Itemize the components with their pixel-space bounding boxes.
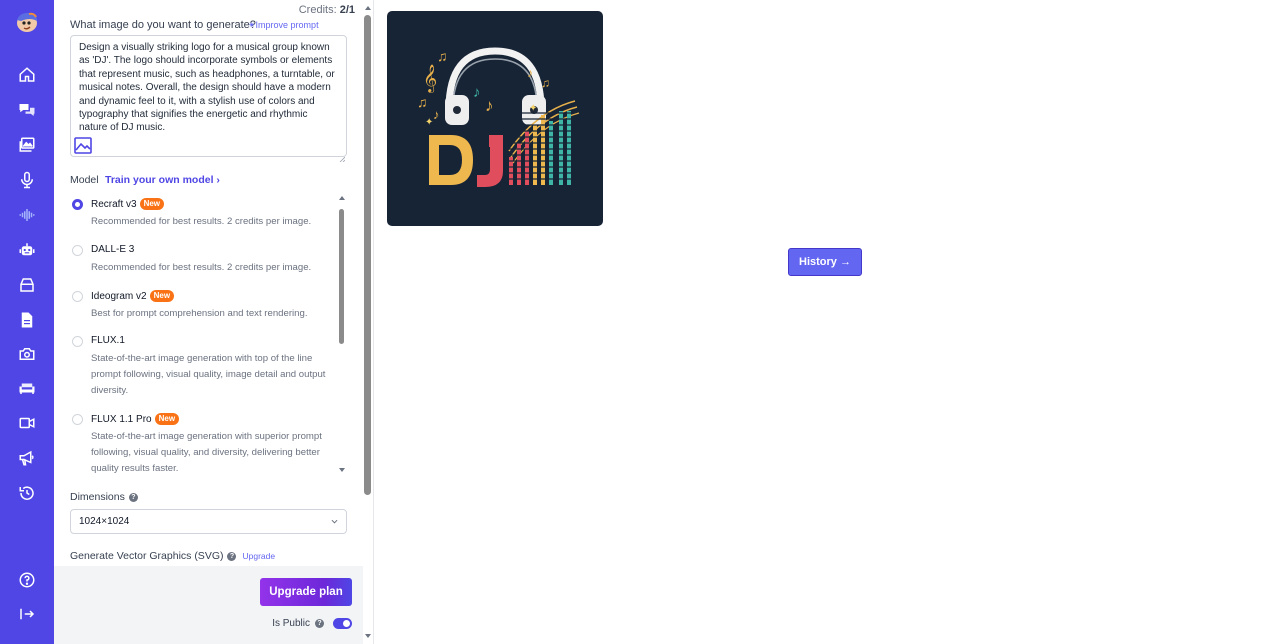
robot-icon: [19, 243, 35, 256]
inbox-tray-icon: [20, 278, 34, 292]
megaphone-icon: [19, 450, 34, 466]
generation-panel: Credits: 2/1 What image do you want to g…: [54, 0, 363, 644]
model-name: FLUX.1: [91, 335, 125, 346]
model-radio[interactable]: [72, 245, 83, 256]
sidebar-item-help[interactable]: [15, 568, 39, 592]
scroll-down-arrow[interactable]: [365, 634, 371, 638]
image-upload-icon[interactable]: [74, 137, 92, 154]
sidebar-item-history[interactable]: [15, 481, 39, 505]
svg-text:♪: ♪: [527, 66, 533, 80]
help-icon[interactable]: ?: [128, 492, 138, 502]
svg-text:♫: ♫: [437, 48, 448, 64]
model-description: Recommended for best results. 2 credits …: [91, 216, 312, 227]
sidebar-item-voice[interactable]: [15, 168, 39, 192]
prompt-field-container: Design a visually striking logo for a mu…: [70, 35, 347, 163]
svg-text:✦: ✦: [425, 117, 433, 128]
model-radio[interactable]: [72, 291, 83, 302]
panel-scrollbar[interactable]: [363, 0, 373, 644]
svg-text:♫: ♫: [541, 76, 550, 90]
model-list: Recraft v3 New Recommended for best resul…: [66, 192, 348, 474]
help-circle-icon: [19, 572, 35, 588]
help-icon[interactable]: ?: [227, 551, 237, 561]
dimensions-select[interactable]: 1024×1024: [70, 509, 347, 534]
model-list-scrollbar[interactable]: [338, 196, 346, 472]
model-name: DALL-E 3: [91, 244, 135, 255]
camera-icon: [19, 348, 35, 360]
sound-wave-icon: [19, 209, 35, 221]
history-button[interactable]: History →: [788, 248, 862, 276]
svg-label: Generate Vector Graphics (SVG): [70, 550, 224, 562]
model-radio[interactable]: [72, 199, 83, 210]
sidebar-item-logout[interactable]: [15, 602, 39, 626]
dimensions-value: 1024×1024: [79, 516, 130, 527]
sidebar-item-images[interactable]: [15, 133, 39, 157]
model-description: Recommended for best results. 2 credits …: [91, 262, 312, 273]
sidebar-item-video[interactable]: [15, 411, 39, 435]
video-camera-icon: [19, 417, 35, 429]
prompt-label: What image do you want to generate?: [70, 19, 256, 31]
is-public-label: Is Public: [272, 618, 310, 629]
model-name: Recraft v3: [91, 198, 137, 210]
prompt-textarea[interactable]: Design a visually striking logo for a mu…: [71, 36, 346, 156]
model-description: Best for prompt comprehension and text r…: [91, 308, 308, 319]
sidebar-item-bots[interactable]: [15, 238, 39, 262]
new-badge: New: [154, 413, 180, 425]
model-name: FLUX 1.1 Pro: [91, 413, 152, 425]
scroll-up-arrow[interactable]: [365, 6, 371, 10]
model-radio[interactable]: [72, 414, 83, 425]
home-icon: [19, 67, 35, 82]
scroll-down-arrow[interactable]: [339, 468, 345, 472]
panel-footer: Upgrade plan Is Public ?: [54, 566, 363, 644]
improve-prompt-link[interactable]: ✴Improve prompt: [248, 20, 319, 31]
is-public-toggle[interactable]: [333, 618, 352, 629]
sidebar-item-chat[interactable]: [15, 98, 39, 122]
chevron-down-icon: [331, 519, 338, 524]
svg-upgrade-link[interactable]: Upgrade: [242, 551, 275, 561]
scroll-thumb[interactable]: [339, 209, 344, 344]
svg-text:♫: ♫: [417, 94, 428, 110]
model-description: State-of-the-art image generation with t…: [91, 353, 326, 396]
sidebar-item-storage[interactable]: [15, 273, 39, 297]
svg-text:𝄞: 𝄞: [423, 65, 437, 93]
sidebar-item-marketing[interactable]: [15, 446, 39, 470]
svg-text:✦: ✦: [529, 103, 537, 114]
model-description: State-of-the-art image generation with s…: [91, 431, 322, 474]
generated-image[interactable]: 𝄞 ♫ ♫ ♪ ♪ ♪ ♪ ♫ ✦ ✦: [387, 11, 603, 226]
svg-text:♪: ♪: [485, 96, 494, 115]
scroll-up-arrow[interactable]: [339, 196, 345, 200]
model-name: Ideogram v2: [91, 290, 147, 302]
credits-value: 2/1: [339, 4, 355, 16]
sidebar-item-documents[interactable]: [15, 308, 39, 332]
chat-bubbles-icon: [19, 104, 35, 116]
credits-display: Credits: 2/1: [299, 4, 355, 16]
mascot-logo[interactable]: [12, 10, 40, 34]
resize-handle[interactable]: [339, 149, 346, 163]
dimensions-label: Dimensions: [70, 491, 125, 503]
train-model-link[interactable]: Train your own model ›: [105, 174, 220, 186]
sidebar-item-home[interactable]: [15, 63, 39, 87]
image-gallery-icon: [19, 137, 35, 152]
sidebar-item-audio[interactable]: [15, 203, 39, 227]
model-radio[interactable]: [72, 336, 83, 347]
svg-text:♪: ♪: [433, 107, 440, 122]
scroll-thumb[interactable]: [364, 15, 371, 495]
new-badge: New: [139, 198, 165, 210]
sofa-icon: [19, 383, 35, 394]
logout-icon: [20, 608, 35, 620]
new-badge: New: [149, 290, 175, 302]
sidebar-item-photo[interactable]: [15, 342, 39, 366]
model-label: Model: [70, 174, 99, 186]
upgrade-plan-button[interactable]: Upgrade plan: [260, 578, 352, 606]
help-icon[interactable]: ?: [315, 619, 324, 628]
sidebar: [0, 0, 54, 644]
svg-text:♪: ♪: [473, 84, 481, 101]
history-icon: [19, 486, 34, 500]
credits-label: Credits:: [298, 4, 337, 16]
microphone-icon: [21, 171, 33, 189]
divider: [373, 0, 374, 644]
document-icon: [21, 312, 33, 328]
sidebar-item-interior[interactable]: [15, 376, 39, 400]
